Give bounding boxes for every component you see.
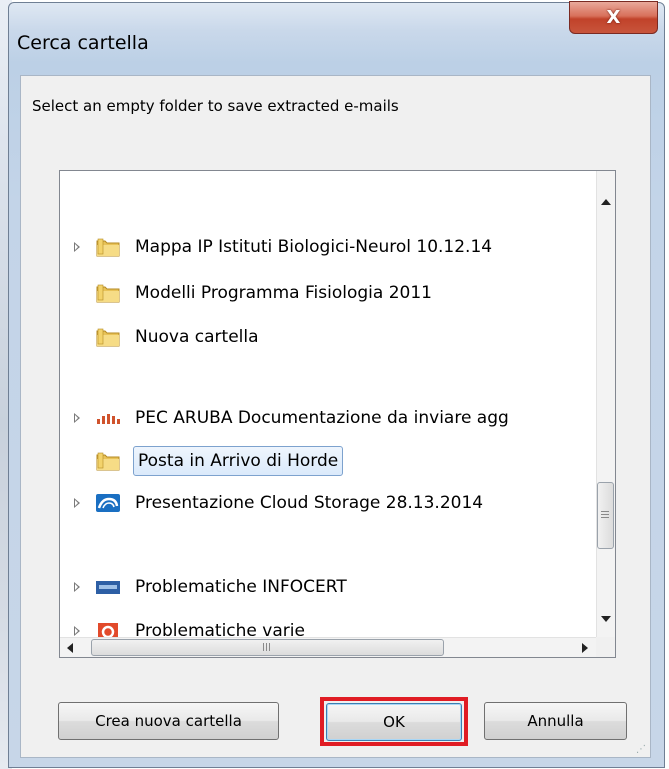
vertical-scroll-thumb[interactable] [597,482,614,549]
cloud-icon [96,494,120,512]
tree-item-selected[interactable]: Posta in Arrivo di Horde [60,444,600,478]
tree-item-label: Problematiche INFOCERT [135,577,347,597]
scroll-right-icon[interactable] [582,643,588,653]
tree-item-label: Mappa IP Istituti Biologici-Neurol 10.12… [135,237,493,257]
folder-icon [96,238,120,257]
grip-line [601,517,609,518]
tree-item-label: Posta in Arrivo di Horde [133,446,344,476]
tree-item[interactable]: Presentazione Cloud Storage 28.13.2014 [60,486,600,520]
tree-item[interactable]: Problematiche INFOCERT [60,570,600,604]
folder-icon [96,328,120,347]
scrollbar-corner [596,637,615,657]
ok-button-highlight [320,697,468,746]
tree-item[interactable]: Mappa IP Istituti Biologici-Neurol 10.12… [60,230,600,264]
grip-line [601,514,609,515]
expand-arrow-icon[interactable] [74,582,80,592]
tree-item[interactable]: Nuova cartella [60,320,600,354]
window-title: Cerca cartella [17,32,149,54]
expand-arrow-icon[interactable] [74,498,80,508]
grip-line [266,643,267,651]
horizontal-scroll-thumb[interactable] [91,639,444,656]
tree-item-label: Presentazione Cloud Storage 28.13.2014 [135,493,484,513]
close-icon: X [606,7,621,28]
folder-tree[interactable]: Mappa IP Istituti Biologici-Neurol 10.12… [59,170,616,658]
infocert-icon [96,581,120,594]
scroll-down-icon[interactable] [601,616,611,622]
expand-arrow-icon[interactable] [74,242,80,252]
new-folder-button[interactable]: Crea nuova cartella [58,702,279,740]
aruba-logo-icon [97,414,120,424]
tree-item-label: Modelli Programma Fisiologia 2011 [135,283,432,303]
grip-line [601,511,609,512]
scroll-up-icon[interactable] [601,199,611,205]
grip-line [263,643,264,651]
tree-item-label: Nuova cartella [135,327,259,347]
folder-icon [96,284,120,303]
expand-arrow-icon[interactable] [74,626,80,636]
instruction-text: Select an empty folder to save extracted… [32,97,399,115]
expand-arrow-icon[interactable] [74,413,80,423]
scroll-left-icon[interactable] [67,643,73,653]
grip-line [269,643,270,651]
cancel-button[interactable]: Annulla [484,702,627,740]
folder-icon [96,452,120,471]
tree-item[interactable]: Modelli Programma Fisiologia 2011 [60,276,600,310]
tree-item[interactable]: PEC ARUBA Documentazione da inviare agg [60,401,600,435]
resize-grip-icon[interactable]: ⋰ [636,744,646,755]
tree-item-label: PEC ARUBA Documentazione da inviare agg [135,408,509,428]
close-button[interactable]: X [569,1,658,34]
vertical-scrollbar[interactable] [596,171,615,637]
screen: Cerca cartella X Select an empty folder … [0,0,669,769]
